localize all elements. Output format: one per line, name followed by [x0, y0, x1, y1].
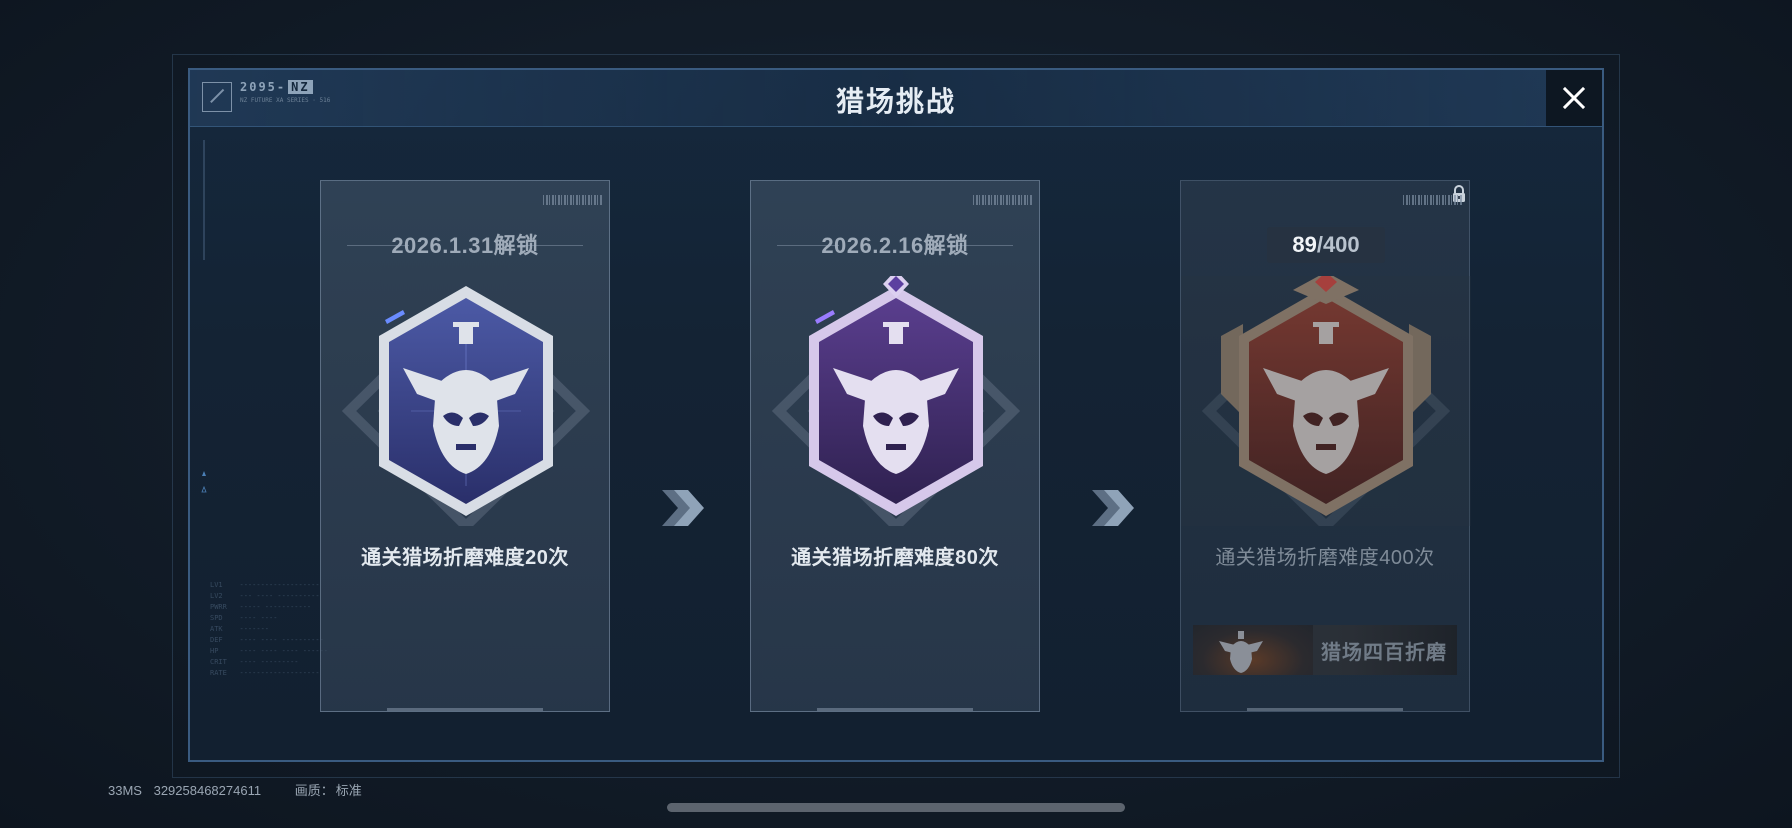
requirement-text: 通关猎场折磨难度20次	[361, 547, 569, 569]
ping-readout: 33MS	[108, 783, 142, 798]
reward-label: 猎场四百折磨	[1321, 642, 1447, 664]
deco-data-readout: LV1 ------------------- LV2 --- ---- ---…	[210, 581, 329, 677]
card-bottom-bar	[387, 708, 543, 711]
status-bar: 33MS 329258468274611 画质： 标准	[108, 780, 370, 799]
progress-counter: 89/400	[1267, 227, 1385, 263]
close-icon	[1562, 86, 1586, 110]
quality-label: 画质：	[294, 783, 334, 798]
hunter-badge-purple-icon	[771, 276, 1021, 526]
player-uid: 329258468274611	[153, 783, 262, 798]
challenge-panel: 2095- NZ NZ FUTURE XA SERIES · 516 猎场挑战 L…	[188, 68, 1604, 762]
side-deco	[201, 140, 207, 493]
close-button[interactable]	[1546, 70, 1602, 126]
card-bottom-bar	[817, 708, 973, 711]
progress-total: /400	[1316, 232, 1360, 257]
unlock-date: 2026.2.16解锁	[821, 233, 969, 258]
challenge-card-1[interactable]: 2026.1.31解锁 通关猎场折磨难度20次	[320, 180, 610, 712]
divider-right	[951, 245, 1013, 246]
quality-value: 标准	[335, 783, 362, 798]
header-bar: 2095- NZ NZ FUTURE XA SERIES · 516 猎场挑战	[190, 70, 1602, 127]
progress-current: 89	[1292, 232, 1317, 257]
divider-right	[521, 245, 583, 246]
reward-image	[1193, 625, 1313, 675]
reward-badge-icon	[1219, 631, 1263, 673]
card-bottom-bar	[1247, 708, 1403, 711]
home-indicator[interactable]	[667, 803, 1125, 812]
card-barcode	[1403, 195, 1463, 205]
reward-banner[interactable]: 猎场四百折磨	[1193, 625, 1457, 675]
card-barcode	[973, 195, 1033, 205]
chevron-right-icon	[662, 490, 704, 526]
hunter-badge-red-icon	[1181, 276, 1471, 526]
card-barcode	[543, 195, 603, 205]
page-title: 猎场挑战	[835, 86, 956, 117]
challenge-card-3[interactable]: 89/400 通关猎场折磨难度400次 猎场四百折磨	[1180, 180, 1471, 712]
divider-left	[347, 245, 409, 246]
divider-left	[777, 245, 839, 246]
requirement-text: 通关猎场折磨难度80次	[791, 547, 999, 569]
unlock-date: 2026.1.31解锁	[391, 233, 539, 258]
requirement-text: 通关猎场折磨难度400次	[1215, 547, 1435, 569]
chevron-right-icon	[1092, 490, 1134, 526]
challenge-card-2[interactable]: 2026.2.16解锁 通关猎场折磨难度80次	[750, 180, 1040, 712]
hunter-badge-blue-icon	[341, 286, 591, 526]
